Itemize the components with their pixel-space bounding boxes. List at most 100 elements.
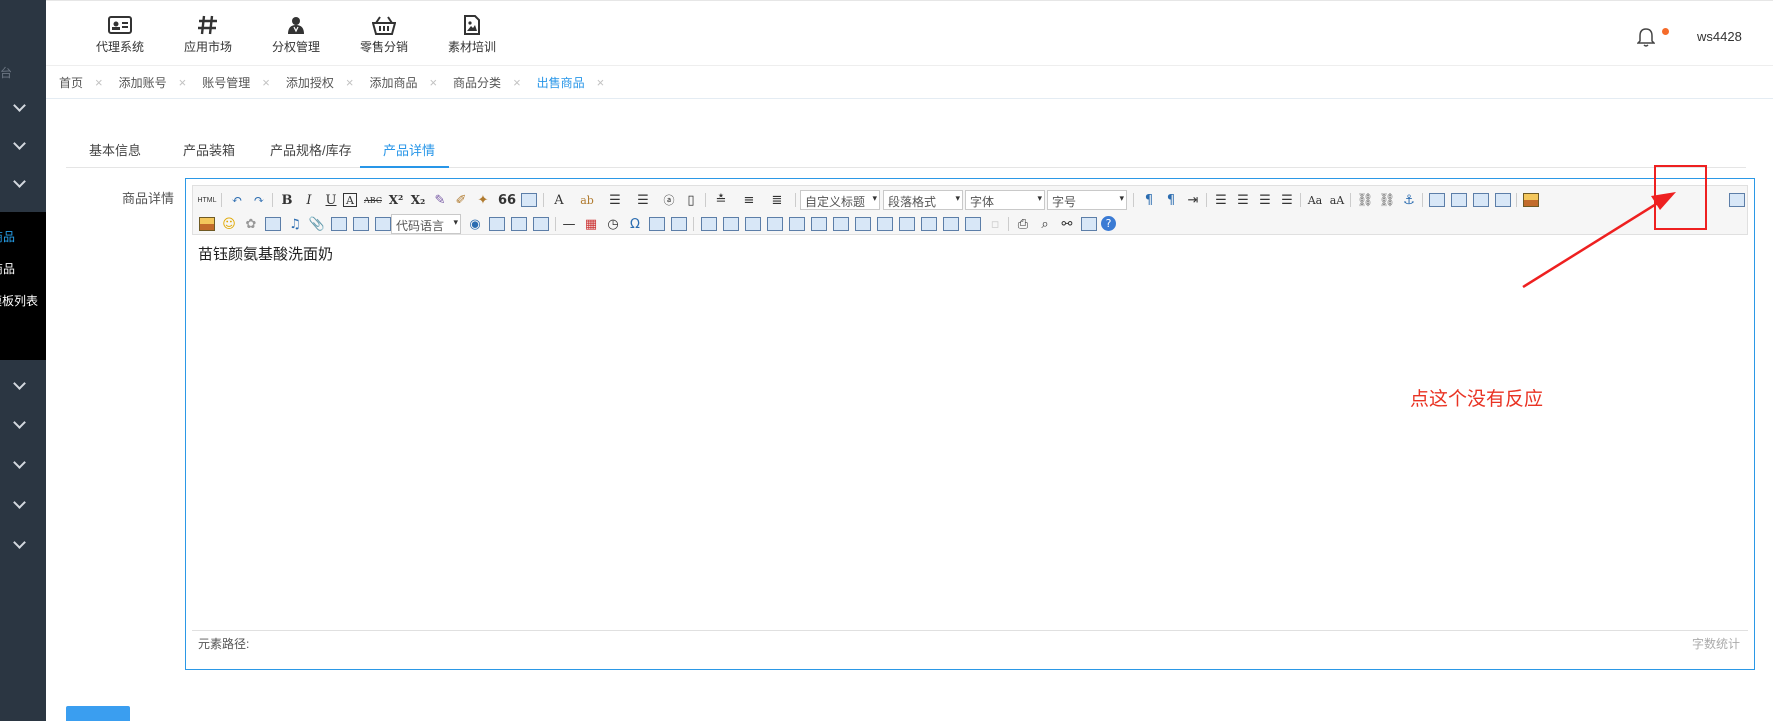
nav-material-training[interactable]: 素材培训 <box>428 9 516 55</box>
nav-app-market[interactable]: 应用市场 <box>164 9 252 55</box>
word-import-icon[interactable] <box>669 214 689 234</box>
nav-permission-management[interactable]: 分权管理 <box>252 9 340 55</box>
row-spacing-bottom-icon[interactable]: ≡ <box>739 190 759 210</box>
format-painter-icon[interactable]: ✐ <box>451 190 471 210</box>
sidebar-menu-2[interactable] <box>0 126 46 166</box>
custom-title-select[interactable]: 自定义标题 <box>800 190 880 210</box>
map-icon[interactable] <box>329 214 349 234</box>
sidebar-menu-1[interactable] <box>0 88 46 128</box>
image-right-icon[interactable] <box>1471 190 1491 210</box>
bold-button[interactable]: B <box>277 190 297 210</box>
search-replace-icon[interactable]: ⚯ <box>1057 214 1077 234</box>
drafts-icon[interactable] <box>1079 214 1099 234</box>
unordered-list-icon[interactable]: ☰ <box>633 190 653 210</box>
help-icon[interactable]: ? <box>1101 216 1116 231</box>
insert-video-icon[interactable] <box>263 214 283 234</box>
multi-image-upload-icon[interactable] <box>197 214 217 234</box>
insert-col-icon[interactable] <box>809 214 829 234</box>
image-none-float-icon[interactable] <box>1427 190 1447 210</box>
breadcrumb-item[interactable]: 账号管理 × <box>202 74 270 91</box>
sidebar-menu-6[interactable] <box>0 445 46 485</box>
italic-button[interactable]: I <box>299 190 319 210</box>
print-icon[interactable]: ⎙ <box>1013 214 1033 234</box>
split-rows-icon[interactable] <box>941 214 961 234</box>
select-all-icon[interactable]: ⓐ <box>659 190 679 210</box>
close-icon[interactable]: × <box>179 75 187 90</box>
close-icon[interactable]: × <box>95 75 103 90</box>
sidebar-menu-7[interactable] <box>0 485 46 525</box>
gmap-icon[interactable] <box>351 214 371 234</box>
bell-icon[interactable] <box>1637 27 1655 47</box>
delete-table-icon[interactable] <box>721 214 741 234</box>
tab-packing[interactable]: 产品装箱 <box>183 140 235 159</box>
time-icon[interactable]: ◷ <box>603 214 623 234</box>
split-cells-icon[interactable] <box>919 214 939 234</box>
scrawl-icon[interactable]: ✿ <box>241 214 261 234</box>
close-icon[interactable]: × <box>262 75 270 90</box>
merge-down-icon[interactable] <box>897 214 917 234</box>
fullscreen-icon[interactable] <box>1727 190 1747 210</box>
paragraph-select[interactable]: 段落格式 <box>883 190 963 210</box>
sidebar-menu-3[interactable] <box>0 164 46 204</box>
font-size-select[interactable]: 字号 <box>1047 190 1127 210</box>
chart-icon[interactable]: ▫ <box>985 214 1005 234</box>
subscript-button[interactable]: X₂ <box>408 190 428 210</box>
submit-button[interactable] <box>66 706 130 721</box>
music-icon[interactable]: ♫ <box>285 214 305 234</box>
insert-image-icon[interactable] <box>1521 190 1541 210</box>
delete-col-icon[interactable] <box>831 214 851 234</box>
align-center-icon[interactable]: ☰ <box>1233 190 1253 210</box>
line-height-icon[interactable]: ≣ <box>767 190 787 210</box>
close-icon[interactable]: × <box>597 75 605 90</box>
username[interactable]: ws4428 <box>1697 29 1742 44</box>
eraser-icon[interactable]: ✎ <box>430 190 450 210</box>
background-icon[interactable] <box>509 214 529 234</box>
blockquote-button[interactable]: 66 <box>497 190 517 210</box>
font-family-select[interactable]: 字体 <box>965 190 1045 210</box>
insert-paragraph-before-table-icon[interactable] <box>743 214 763 234</box>
insert-row-icon[interactable] <box>765 214 785 234</box>
page-break-icon[interactable] <box>487 214 507 234</box>
ltr-icon[interactable]: ¶ <box>1139 190 1159 210</box>
frame-icon[interactable] <box>373 214 393 234</box>
horizontal-rule-icon[interactable]: — <box>559 214 579 234</box>
unlink-icon[interactable]: ⛓ <box>1377 190 1397 210</box>
rtl-icon[interactable]: ¶ <box>1161 190 1181 210</box>
close-icon[interactable]: × <box>429 75 437 90</box>
ordered-list-icon[interactable]: ☰ <box>605 190 625 210</box>
nav-retail-distribution[interactable]: 零售分销 <box>340 9 428 55</box>
tab-spec-stock[interactable]: 产品规格/库存 <box>270 140 352 159</box>
image-left-icon[interactable] <box>1449 190 1469 210</box>
breadcrumb-item[interactable]: 商品分类 × <box>453 74 521 91</box>
template-icon[interactable] <box>531 214 551 234</box>
sidebar-subitem[interactable]: 商品 <box>0 260 15 277</box>
breadcrumb-item[interactable]: 首页 × <box>59 74 103 91</box>
special-chars-button[interactable]: Ω <box>625 214 645 234</box>
superscript-button[interactable]: X² <box>386 190 406 210</box>
merge-right-icon[interactable] <box>875 214 895 234</box>
align-left-icon[interactable]: ☰ <box>1211 190 1231 210</box>
sidebar-menu-4[interactable] <box>0 366 46 406</box>
anchor-icon[interactable]: ⚓ <box>1399 190 1419 210</box>
sidebar-subitem[interactable]: 模板列表 <box>0 292 38 309</box>
sidebar-menu-5[interactable] <box>0 405 46 445</box>
to-uppercase-icon[interactable]: Aa <box>1305 190 1325 210</box>
close-icon[interactable]: × <box>513 75 521 90</box>
row-spacing-top-icon[interactable]: ≛ <box>711 190 731 210</box>
tab-basic-info[interactable]: 基本信息 <box>89 140 141 159</box>
clear-doc-icon[interactable]: ▯ <box>681 190 701 210</box>
undo-icon[interactable]: ↶ <box>227 190 247 210</box>
editor-content[interactable]: 苗钰颜氨基酸洗面奶 <box>198 243 333 264</box>
nav-agent-system[interactable]: 代理系统 <box>76 9 164 55</box>
breadcrumb-item[interactable]: 添加账号 × <box>119 74 187 91</box>
split-cols-icon[interactable] <box>963 214 983 234</box>
link-icon[interactable]: ⛓ <box>1355 190 1375 210</box>
html-source-button[interactable]: HTML <box>197 190 217 210</box>
align-justify-icon[interactable]: ☰ <box>1277 190 1297 210</box>
insert-table-icon[interactable] <box>699 214 719 234</box>
font-color-button[interactable]: A <box>549 190 569 210</box>
sidebar-subitem-active[interactable]: 商品 <box>0 228 15 245</box>
redo-icon[interactable]: ↷ <box>249 190 269 210</box>
merge-cells-icon[interactable] <box>853 214 873 234</box>
breadcrumb-item[interactable]: 添加商品 × <box>369 74 437 91</box>
